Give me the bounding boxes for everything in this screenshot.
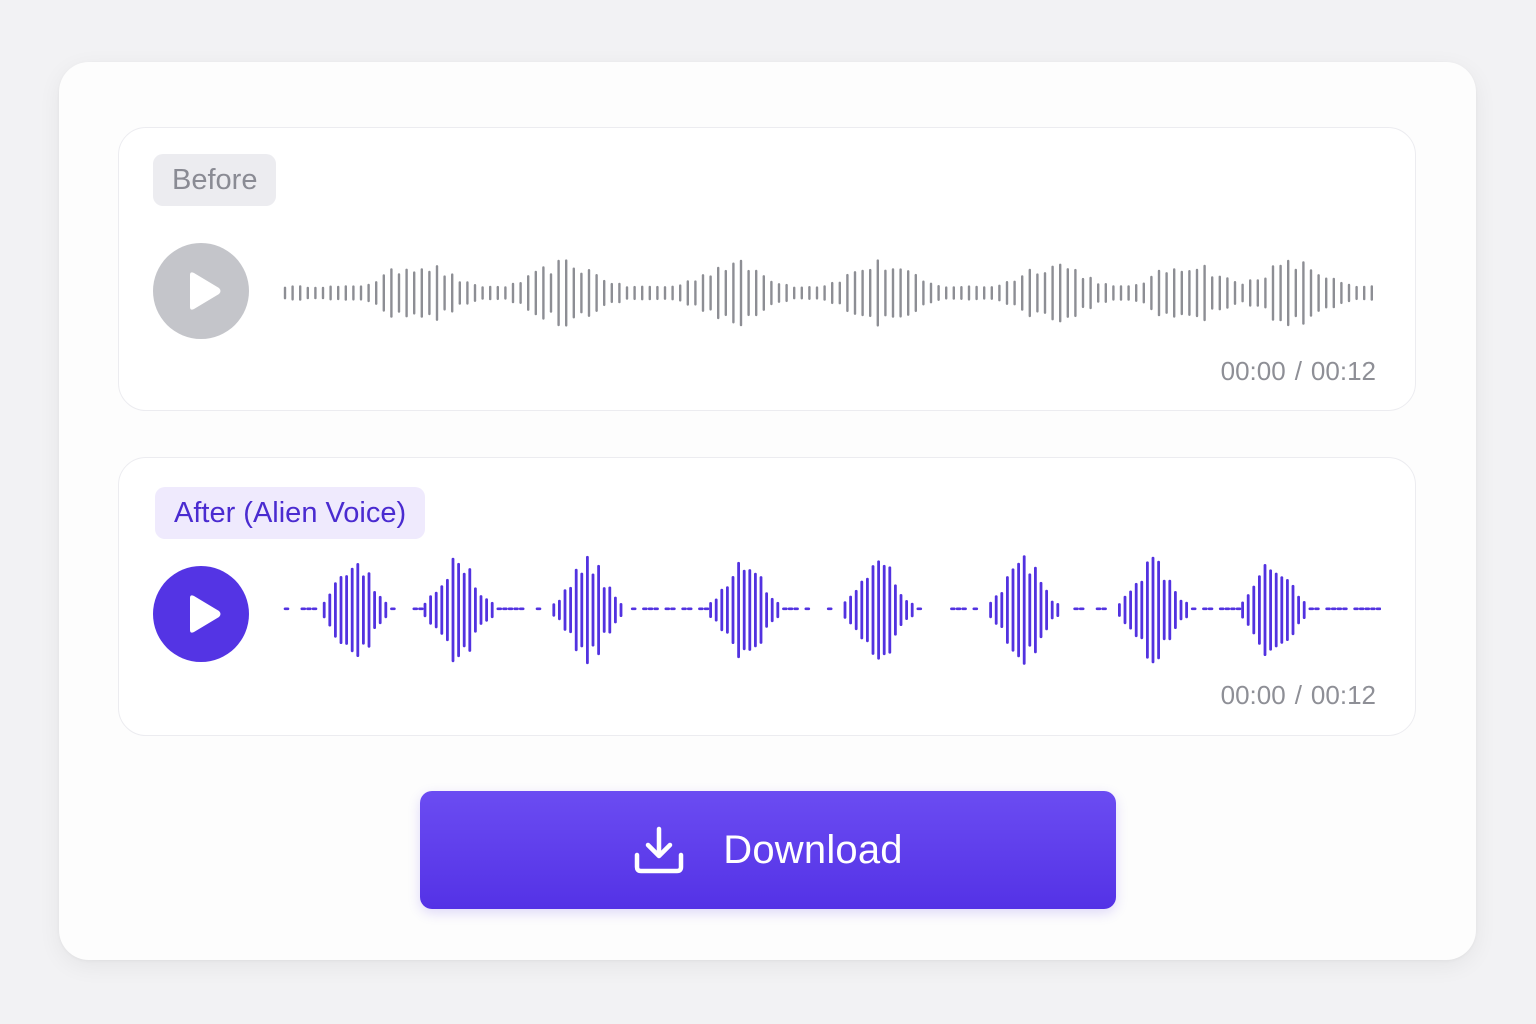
after-play-button[interactable] xyxy=(153,566,249,662)
before-audio-panel: Before 00:00 / 00:12 xyxy=(118,127,1416,411)
play-icon xyxy=(190,595,221,633)
before-duration: 00:12 xyxy=(1310,356,1376,386)
after-waveform[interactable] xyxy=(283,550,1381,670)
before-waveform[interactable] xyxy=(283,233,1381,353)
before-time-display: 00:00 / 00:12 xyxy=(1221,356,1376,387)
before-play-button[interactable] xyxy=(153,243,249,339)
after-audio-panel: After (Alien Voice) 00:00 / 00:12 xyxy=(118,457,1416,736)
after-duration: 00:12 xyxy=(1310,680,1376,710)
after-time-display: 00:00 / 00:12 xyxy=(1221,680,1376,711)
before-current-time: 00:00 xyxy=(1220,356,1286,386)
play-icon xyxy=(190,272,221,310)
before-badge: Before xyxy=(153,154,277,206)
time-separator: / xyxy=(1294,680,1302,710)
after-badge: After (Alien Voice) xyxy=(155,487,426,539)
download-icon xyxy=(635,826,684,874)
time-separator: / xyxy=(1294,356,1302,386)
audio-comparison-card: Before 00:00 / 00:12 After (Alien Voice) 0… xyxy=(59,62,1476,960)
download-button[interactable]: Download xyxy=(420,791,1116,909)
after-current-time: 00:00 xyxy=(1220,680,1286,710)
download-label: Download xyxy=(723,827,903,872)
